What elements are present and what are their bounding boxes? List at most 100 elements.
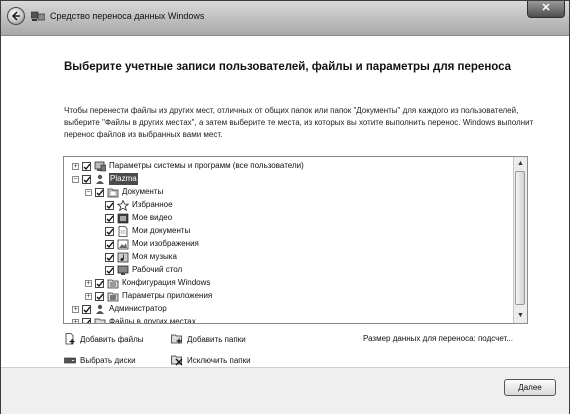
files-folder-icon: [94, 318, 106, 323]
next-button[interactable]: Далее: [504, 379, 556, 396]
checkmark-icon: [83, 176, 91, 183]
checkmark-icon: [83, 306, 91, 313]
checkmark-icon: [96, 293, 104, 300]
tree-item-label: Конфигурация Windows: [122, 278, 211, 287]
tree-item-label: Мое видео: [132, 213, 173, 222]
back-button[interactable]: [7, 7, 25, 25]
tree-item-label: Plazma: [109, 173, 138, 185]
item-checkbox[interactable]: [95, 278, 104, 288]
page-heading: Выберите учетные записи пользователей, ф…: [64, 61, 512, 73]
user-icon: [96, 174, 104, 184]
tree-item-my-video[interactable]: Мое видео: [105, 212, 172, 224]
system-settings-icon: [94, 161, 106, 171]
exclude-folder-icon: [171, 355, 183, 366]
tree-item-user-plazma[interactable]: − Plazma: [72, 173, 138, 185]
expand-toggle[interactable]: +: [85, 292, 92, 300]
collapse-toggle[interactable]: −: [72, 175, 79, 183]
item-checkbox[interactable]: [82, 161, 91, 171]
add-file-icon: [65, 333, 75, 345]
config-folder-icon: [107, 279, 119, 288]
wizard-window: Средство переноса данных Windows ✕ Выбер…: [0, 0, 570, 414]
item-checkbox[interactable]: [105, 265, 114, 275]
item-checkbox[interactable]: [95, 291, 104, 301]
title-bar: Средство переноса данных Windows ✕: [1, 1, 569, 36]
checkmark-icon: [96, 280, 104, 287]
transfer-app-icon: [31, 11, 45, 21]
tree-item-label: Документы: [122, 187, 164, 196]
app-settings-folder-icon: [107, 292, 119, 301]
tree-item-documents[interactable]: − Документы: [85, 186, 163, 198]
tree-item-label: Параметры приложения: [122, 291, 213, 300]
tree-item-label: Моя музыка: [132, 252, 177, 261]
tree-item-favorites[interactable]: Избранное: [105, 199, 173, 211]
tree-item-label: Рабочий стол: [132, 265, 183, 274]
expand-toggle[interactable]: +: [85, 279, 92, 287]
item-checkbox[interactable]: [105, 226, 114, 236]
item-checkbox[interactable]: [105, 252, 114, 262]
add-folders-label: Добавить папки: [187, 334, 246, 344]
checkmark-icon: [96, 189, 104, 196]
tree-item-my-pictures[interactable]: Мои изображения: [105, 238, 199, 250]
item-checkbox[interactable]: [105, 213, 114, 223]
favorites-star-icon: [117, 199, 129, 211]
tree-item-label: Параметры системы и программ (все пользо…: [109, 161, 304, 170]
collapse-toggle[interactable]: −: [85, 188, 92, 196]
checkmark-icon: [106, 228, 114, 235]
select-disks-label: Выбрать диски: [80, 355, 136, 365]
button-bar: [1, 367, 569, 414]
tree-item-windows-config[interactable]: + Конфигурация Windows: [85, 277, 210, 289]
tree-item-other-locations[interactable]: + Файлы в других местах: [72, 316, 196, 324]
item-checkbox[interactable]: [105, 200, 114, 210]
tree-item-my-music[interactable]: Моя музыка: [105, 251, 177, 263]
scroll-thumb[interactable]: [515, 171, 525, 305]
window-title: Средство переноса данных Windows: [50, 11, 205, 21]
checkmark-icon: [106, 202, 114, 209]
tree-item-label: Избранное: [132, 200, 173, 209]
document-icon: [118, 225, 128, 237]
documents-folder-icon: [107, 188, 119, 197]
tree-item-user-administrator[interactable]: + Администратор: [72, 303, 167, 315]
checkmark-icon: [106, 267, 114, 274]
item-checkbox[interactable]: [95, 187, 104, 197]
expand-toggle[interactable]: +: [72, 318, 79, 323]
tree-item-my-documents[interactable]: Мои документы: [105, 225, 190, 237]
expand-toggle[interactable]: +: [72, 162, 79, 170]
checkmark-icon: [106, 215, 114, 222]
tree-item-app-settings[interactable]: + Параметры приложения: [85, 290, 212, 302]
scroll-down-icon[interactable]: ▼: [515, 310, 526, 321]
back-arrow-icon: [11, 11, 20, 21]
add-files-button[interactable]: Добавить файлы: [64, 333, 144, 345]
tree-item-label: Администратор: [109, 304, 167, 313]
select-disks-button[interactable]: Выбрать диски: [64, 354, 136, 366]
expand-toggle[interactable]: +: [72, 305, 79, 313]
add-files-label: Добавить файлы: [80, 334, 144, 344]
checkmark-icon: [106, 254, 114, 261]
add-folder-icon: [171, 334, 182, 344]
item-checkbox[interactable]: [82, 304, 91, 314]
tree-item-label: Мои документы: [132, 226, 191, 235]
tree-item-label: Мои изображения: [132, 239, 199, 248]
transfer-size-status: Размер данных для переноса: подсчет...: [363, 334, 513, 343]
checkmark-icon: [83, 319, 91, 323]
add-folders-button[interactable]: Добавить папки: [171, 333, 246, 345]
exclude-folders-label: Исключить папки: [187, 355, 251, 365]
tree-item-label: Файлы в других местах: [109, 317, 196, 324]
transfer-tree[interactable]: + Параметры системы и программ (все поль…: [63, 156, 528, 324]
item-checkbox[interactable]: [105, 239, 114, 249]
desktop-icon: [117, 265, 129, 275]
tree-item-desktop[interactable]: Рабочий стол: [105, 264, 182, 276]
item-checkbox[interactable]: [82, 317, 91, 323]
item-checkbox[interactable]: [82, 174, 91, 184]
disk-drive-icon: [64, 357, 76, 364]
close-button[interactable]: ✕: [527, 1, 565, 18]
exclude-folders-button[interactable]: Исключить папки: [171, 354, 251, 366]
checkmark-icon: [106, 241, 114, 248]
vertical-scrollbar[interactable]: ▲ ▼: [513, 157, 527, 323]
user-icon: [96, 304, 104, 314]
scroll-up-icon[interactable]: ▲: [515, 158, 526, 169]
tree-item-system-settings[interactable]: + Параметры системы и программ (все поль…: [72, 160, 304, 172]
page-description: Чтобы перенести файлы из других мест, от…: [64, 106, 534, 139]
checkmark-icon: [83, 163, 91, 170]
video-icon: [117, 213, 129, 223]
music-icon: [117, 252, 129, 262]
